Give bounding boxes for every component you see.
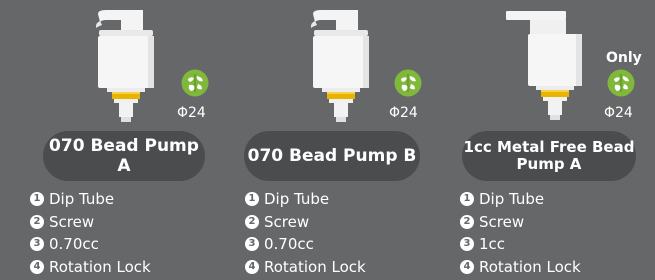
product-name: 070 Bead Pump A xyxy=(43,131,205,181)
spec-item-volume: 3 0.70cc xyxy=(245,233,366,256)
spec-item-volume: 3 0.70cc xyxy=(30,233,151,256)
spec-list: 1 Dip Tube 2 Screw 3 0.70cc 4 Rotation L… xyxy=(245,188,366,278)
number-badge: 2 xyxy=(245,214,259,229)
number-badge: 4 xyxy=(30,259,44,274)
number-badge: 3 xyxy=(30,237,44,252)
product-card-070-bead-pump-a: Φ24 070 Bead Pump A 1 Dip Tube 2 Screw 3… xyxy=(20,0,220,280)
spec-text: Screw xyxy=(264,212,310,231)
number-badge: 4 xyxy=(245,259,259,274)
number-badge: 4 xyxy=(460,259,474,274)
number-badge: 2 xyxy=(30,214,44,229)
spec-text: 0.70cc xyxy=(49,235,99,254)
spec-text: Screw xyxy=(479,212,525,231)
product-name-text: 070 Bead Pump A xyxy=(49,136,199,176)
spec-item-screw: 2 Screw xyxy=(460,211,581,234)
product-name-text: 070 Bead Pump B xyxy=(247,146,417,166)
product-name: 070 Bead Pump B xyxy=(244,131,420,181)
spec-item-dip-tube: 1 Dip Tube xyxy=(460,188,581,211)
eco-leaf-globe-icon xyxy=(181,69,209,97)
spec-text: Dip Tube xyxy=(479,190,545,209)
spec-item-rotation-lock: 4 Rotation Lock xyxy=(30,256,151,279)
product-name-line2: Pump A xyxy=(516,155,582,173)
size-label: Φ24 xyxy=(604,105,633,121)
eco-leaf-globe-icon xyxy=(394,69,422,97)
number-badge: 1 xyxy=(30,192,44,207)
spec-text: Rotation Lock xyxy=(479,257,581,276)
number-badge: 3 xyxy=(460,237,474,252)
spec-list: 1 Dip Tube 2 Screw 3 1cc 4 Rotation Lock xyxy=(460,188,581,278)
spec-text: Dip Tube xyxy=(264,190,330,209)
number-badge: 2 xyxy=(460,214,474,229)
spec-item-volume: 3 1cc xyxy=(460,233,581,256)
number-badge: 1 xyxy=(460,192,474,207)
product-card-070-bead-pump-b: Φ24 070 Bead Pump B 1 Dip Tube 2 Screw 3… xyxy=(235,0,435,280)
product-card-1cc-metal-free-bead-pump-a: Only Φ24 1cc Metal Free Bead Pump A 1 Di… xyxy=(450,0,650,280)
product-name-line1: 1cc Metal Free Bead xyxy=(463,138,635,156)
spec-text: Rotation Lock xyxy=(49,257,151,276)
spec-item-dip-tube: 1 Dip Tube xyxy=(245,188,366,211)
spec-text: Screw xyxy=(49,212,95,231)
spec-item-screw: 2 Screw xyxy=(245,211,366,234)
spec-text: Rotation Lock xyxy=(264,257,366,276)
spec-item-dip-tube: 1 Dip Tube xyxy=(30,188,151,211)
number-badge: 3 xyxy=(245,237,259,252)
product-name: 1cc Metal Free Bead Pump A xyxy=(462,131,636,181)
size-label: Φ24 xyxy=(177,105,206,121)
only-badge: Only xyxy=(606,50,642,66)
spec-item-rotation-lock: 4 Rotation Lock xyxy=(460,256,581,279)
spec-text: Dip Tube xyxy=(49,190,115,209)
spec-list: 1 Dip Tube 2 Screw 3 0.70cc 4 Rotation L… xyxy=(30,188,151,278)
eco-leaf-globe-icon xyxy=(607,69,635,97)
spec-text: 1cc xyxy=(479,235,506,254)
spec-item-rotation-lock: 4 Rotation Lock xyxy=(245,256,366,279)
spec-text: 0.70cc xyxy=(264,235,314,254)
spec-item-screw: 2 Screw xyxy=(30,211,151,234)
size-label: Φ24 xyxy=(389,105,418,121)
number-badge: 1 xyxy=(245,192,259,207)
